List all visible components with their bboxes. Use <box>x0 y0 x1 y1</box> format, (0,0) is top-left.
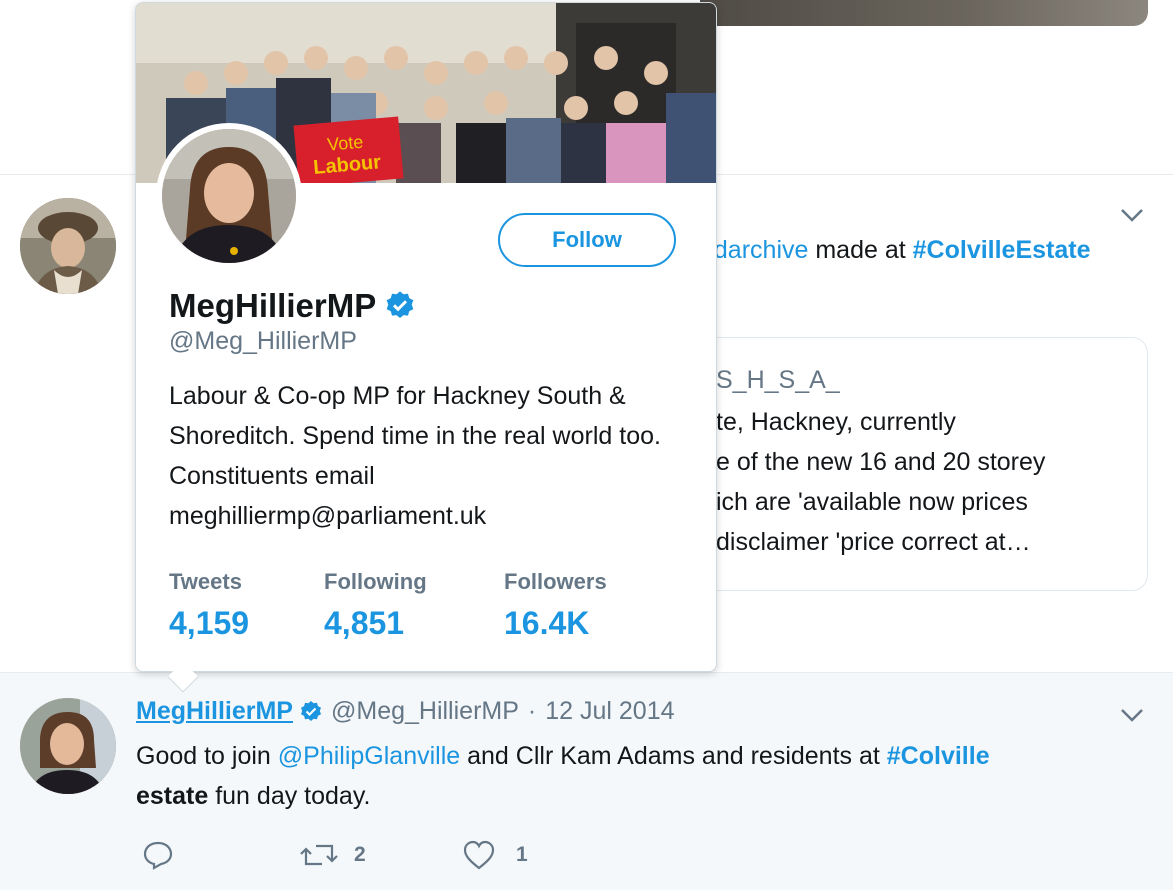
card-description-line: disclaimer 'price correct at… <box>716 528 1031 556</box>
retweet-icon <box>300 844 338 866</box>
stat-tweets[interactable]: Tweets 4,159 <box>169 569 249 642</box>
retweet-button[interactable]: 2 <box>300 840 366 870</box>
profile-bio: Labour & Co-op MP for Hackney South & Sh… <box>169 382 661 530</box>
like-count: 1 <box>516 843 528 866</box>
hashtag-link[interactable]: #Colville <box>887 742 990 770</box>
reply-button[interactable] <box>142 840 174 870</box>
hashtag-link[interactable]: #ColvilleEstate <box>913 236 1091 264</box>
stat-value: 16.4K <box>504 605 590 641</box>
stat-value: 4,851 <box>324 605 405 641</box>
card-description-line: e of the new 16 and 20 storey <box>716 448 1046 476</box>
verified-badge-icon <box>300 700 321 721</box>
card-description-line: te, Hackney, currently <box>716 408 956 436</box>
verified-badge-icon <box>386 291 414 318</box>
card-title: S_H_S_A_ <box>716 366 840 394</box>
user-handle[interactable]: @Meg_HillierMP <box>331 697 519 726</box>
retweet-count: 2 <box>354 843 366 866</box>
profile-name-row: MegHillierMP <box>169 287 416 325</box>
tweet-timestamp[interactable]: 12 Jul 2014 <box>545 697 674 726</box>
profile-handle[interactable]: @Meg_HillierMP <box>169 327 357 356</box>
card-description-line: ich are 'available now prices <box>716 488 1028 516</box>
tweet-header: MegHillierMP @Meg_HillierMP · 12 Jul 201… <box>136 697 675 726</box>
like-button[interactable]: 1 <box>462 840 528 870</box>
previous-tweet-media[interactable] <box>700 0 1148 26</box>
profile-hover-card[interactable]: Vote Labour Follow MegHillierMP @Meg_Hil… <box>135 2 717 693</box>
profile-name[interactable]: MegHillierMP <box>169 287 376 325</box>
avatar[interactable] <box>20 198 116 294</box>
profile-avatar[interactable] <box>156 123 302 269</box>
tweet-text: Good to join @PhilipGlanville and Cllr K… <box>136 742 990 810</box>
banner-sign-line: Vote <box>326 132 364 155</box>
reply-icon <box>143 841 173 870</box>
heart-icon <box>463 840 495 870</box>
stat-label: Followers <box>504 569 607 594</box>
follow-button[interactable]: Follow <box>498 213 676 267</box>
stat-value: 4,159 <box>169 605 250 641</box>
hashtag-continuation: estate <box>136 782 209 810</box>
chevron-down-icon[interactable] <box>1119 706 1145 724</box>
mention-link[interactable]: @PhilipGlanville <box>278 742 460 770</box>
chevron-down-icon[interactable] <box>1119 206 1145 224</box>
stat-followers[interactable]: Followers 16.4K <box>504 569 607 642</box>
separator: · <box>527 697 537 725</box>
stat-label: Tweets <box>169 569 242 594</box>
stat-label: Following <box>324 569 427 594</box>
user-name-link[interactable]: MegHillierMP <box>136 697 293 726</box>
tweet-text: ndarchive made at #ColvilleEstate <box>700 236 1091 264</box>
avatar[interactable] <box>20 698 116 794</box>
stat-following[interactable]: Following 4,851 <box>324 569 427 642</box>
